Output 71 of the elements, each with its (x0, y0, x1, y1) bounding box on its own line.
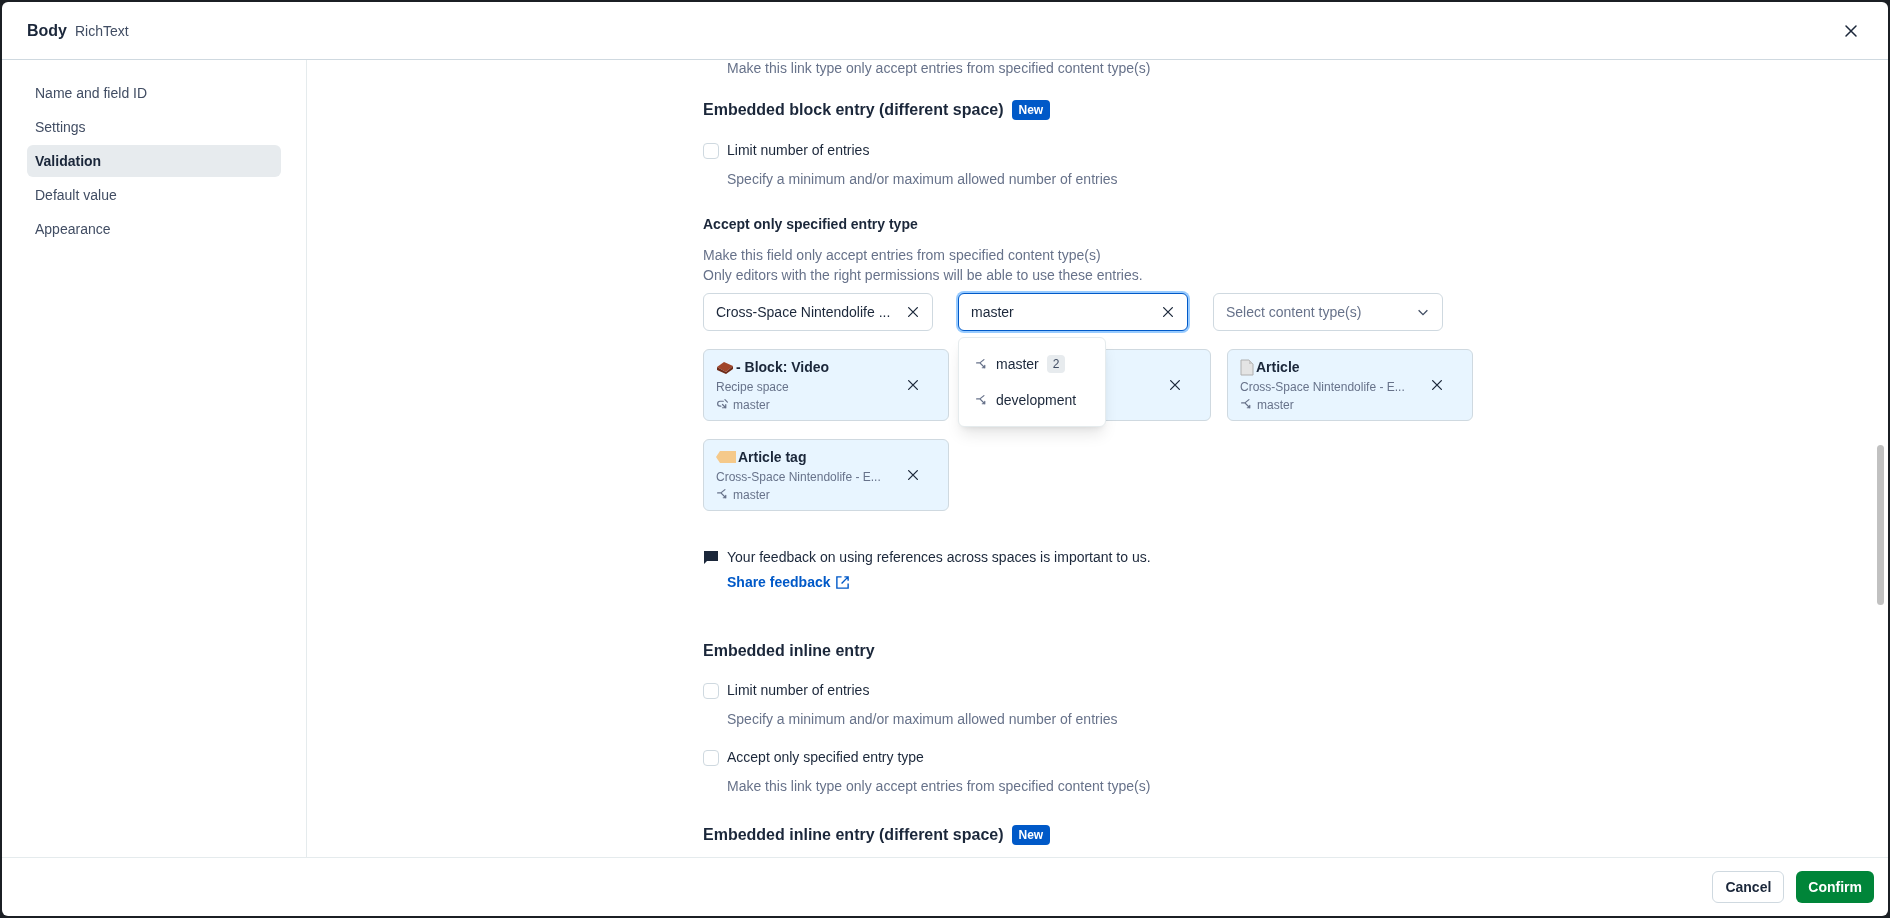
dropdown-option[interactable]: master 2 (959, 346, 1105, 382)
description-text: Make this link type only accept entries from specified content type(s) (727, 777, 1152, 796)
card-space: Cross-Space Nintendolife - E... (716, 468, 881, 486)
card-title: Article (1256, 357, 1300, 377)
card-space: Recipe space (716, 378, 790, 396)
remove-button[interactable] (906, 468, 920, 482)
section-heading: Embedded inline entry (different space) (703, 825, 1004, 845)
section-heading: Embedded block entry (different space) (703, 100, 1004, 120)
card-environment: master (1257, 396, 1294, 414)
count-badge: 2 (1046, 355, 1066, 373)
chat-icon (703, 550, 719, 566)
branch-icon (975, 357, 988, 371)
new-badge: New (1011, 825, 1051, 845)
description-text: Specify a minimum and/or maximum allowed number of entries (727, 170, 1119, 189)
description-text: Make this field only accept entries from specified content type(s) (703, 246, 1102, 265)
card-title: Article tag (738, 447, 807, 467)
cancel-button[interactable]: Cancel (1712, 871, 1785, 903)
checkbox[interactable] (703, 142, 719, 159)
option-label: master (996, 354, 1039, 374)
remove-button[interactable] (906, 378, 920, 392)
close-icon (1430, 378, 1444, 392)
environment-search-field[interactable]: master (958, 293, 1188, 331)
subsection-heading: Accept only specified entry type (703, 215, 919, 234)
close-icon (906, 468, 920, 482)
branch-icon (975, 393, 988, 407)
select-value: Cross-Space Nintendolife ... (716, 302, 891, 322)
option-label: development (996, 390, 1077, 410)
sidebar-item[interactable]: Default value (27, 179, 281, 211)
remove-button[interactable] (1430, 378, 1444, 392)
sidebar-item[interactable]: Name and field ID (27, 77, 281, 109)
clear-icon (906, 305, 920, 319)
card-space: Cross-Space Nintendolife - E... (1240, 378, 1405, 396)
checkbox-label: Limit number of entries (727, 681, 870, 700)
confirm-button[interactable]: Confirm (1796, 871, 1874, 903)
space-select[interactable]: Cross-Space Nintendolife ... (703, 293, 933, 331)
sidebar-item[interactable]: Validation (27, 145, 281, 177)
remove-button[interactable] (1168, 378, 1182, 392)
external-link-icon (834, 575, 850, 590)
share-feedback-link[interactable]: Share feedback (727, 572, 1151, 593)
close-icon (1168, 378, 1182, 392)
clear-icon (1161, 305, 1175, 319)
section-heading: Embedded inline entry (703, 641, 876, 661)
description-text: Specify a minimum and/or maximum allowed number of entries (727, 710, 1119, 729)
card-title: - Block: Video (736, 357, 830, 377)
sidebar-item[interactable]: Appearance (27, 213, 281, 245)
field-value: master (971, 302, 1014, 322)
brick-icon (716, 359, 734, 375)
description-text: Make this link type only accept entries from specified content type(s) (727, 60, 1152, 78)
tag-icon (716, 451, 736, 463)
dropdown-option[interactable]: development (959, 382, 1105, 418)
card-environment: master (733, 486, 770, 504)
scrollbar-thumb[interactable] (1877, 445, 1884, 605)
select-placeholder: Select content type(s) (1226, 302, 1362, 322)
card-environment: master (733, 396, 770, 414)
checkbox-label: Accept only specified entry type (727, 748, 924, 767)
close-icon (1843, 22, 1859, 39)
page-icon (1240, 358, 1254, 376)
alias-icon (716, 398, 729, 411)
sidebar-item[interactable]: Settings (27, 111, 281, 143)
new-badge: New (1011, 100, 1051, 120)
dialog-title: Body (27, 20, 67, 41)
branch-icon (716, 488, 729, 501)
checkbox-label: Limit number of entries (727, 141, 870, 160)
branch-icon (1240, 398, 1253, 411)
checkbox[interactable] (703, 682, 719, 699)
content-type-select[interactable]: Select content type(s) (1213, 293, 1443, 331)
checkbox[interactable] (703, 749, 719, 766)
close-icon (906, 378, 920, 392)
feedback-text: Your feedback on using references across spaces is important to us. (727, 548, 1151, 567)
description-text: Only editors with the right permissions will be able to use these entries. (703, 266, 1144, 285)
field-type-label: RichText (75, 21, 129, 41)
